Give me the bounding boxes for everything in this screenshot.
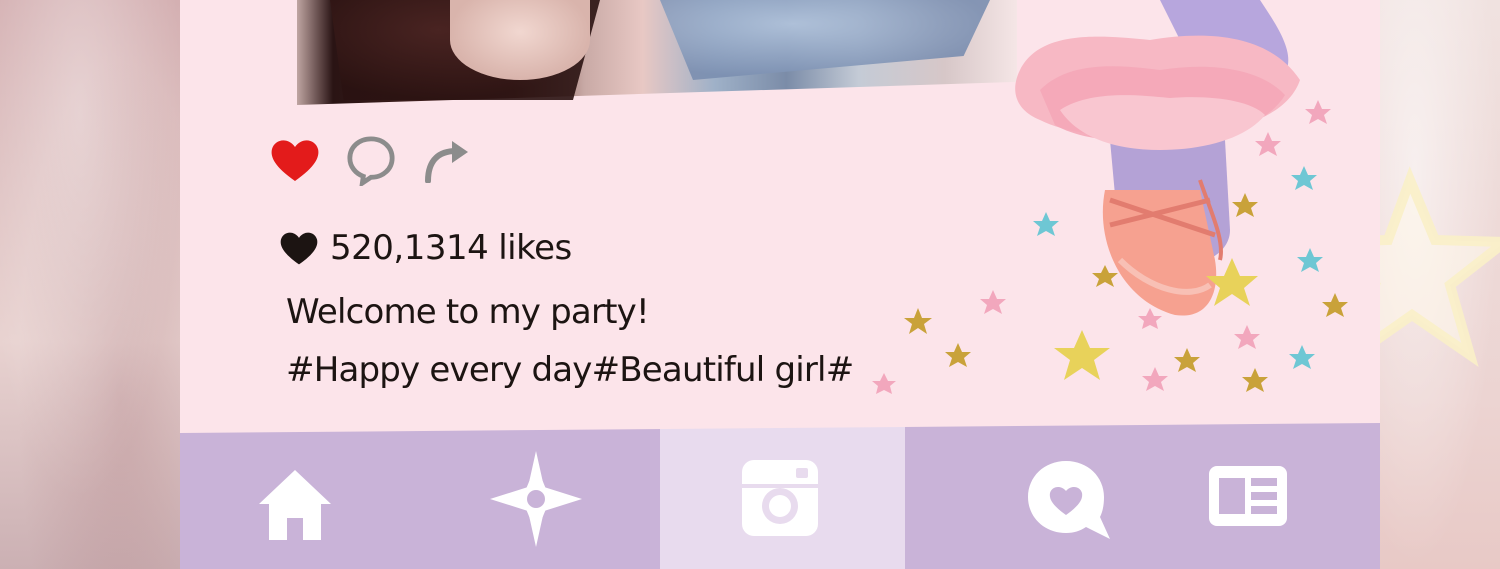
home-icon[interactable] xyxy=(255,465,335,545)
nav-segment-right xyxy=(905,423,1380,569)
camera-icon[interactable] xyxy=(735,453,825,543)
bottom-nav xyxy=(180,423,1380,569)
caption-line-2: #Happy every day#Beautiful girl# xyxy=(286,350,854,390)
likes-row: 520,1314 likes xyxy=(278,228,572,268)
heart-chat-icon[interactable] xyxy=(1020,457,1120,547)
likes-label: likes xyxy=(498,228,572,268)
comment-icon[interactable] xyxy=(346,135,396,186)
post-actions xyxy=(270,135,472,186)
background-fabric-left xyxy=(0,0,200,569)
heart-icon[interactable] xyxy=(270,135,320,185)
photo-face xyxy=(450,0,590,80)
caption-line-1: Welcome to my party! xyxy=(286,292,650,332)
ballerina-illustration xyxy=(1015,0,1300,316)
explore-star-icon[interactable] xyxy=(488,451,584,547)
likes-heart-icon xyxy=(280,232,318,265)
news-icon[interactable] xyxy=(1206,461,1290,531)
nav-segment-left xyxy=(180,423,660,569)
likes-count: 520,1314 xyxy=(330,228,489,268)
share-icon[interactable] xyxy=(422,135,472,185)
